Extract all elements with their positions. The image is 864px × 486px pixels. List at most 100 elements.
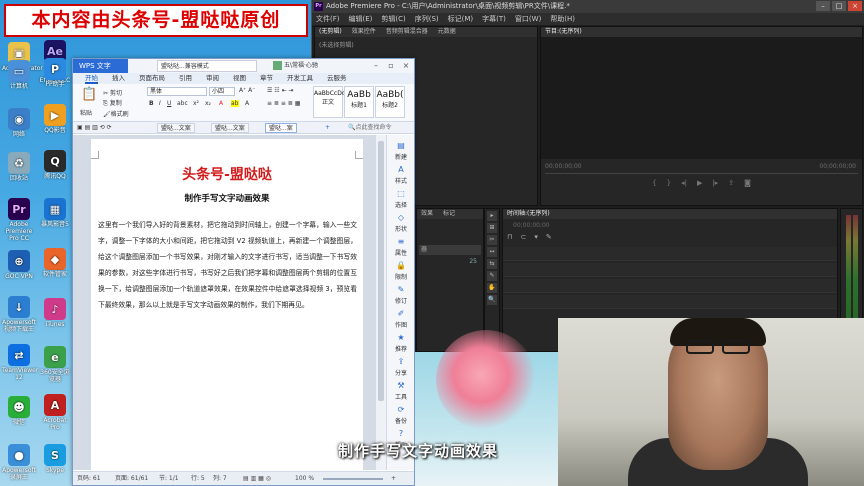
close-button[interactable]: ×: [400, 60, 412, 71]
tab-view[interactable]: 视图: [233, 73, 246, 84]
style-normal[interactable]: AaBbCcDd 正文: [313, 86, 346, 118]
tab-page-layout[interactable]: 页面布局: [139, 73, 165, 84]
desktop-icon-pp[interactable]: P PP助手: [38, 58, 72, 88]
desktop-icon-computer[interactable]: ▭ 计算机: [2, 60, 36, 90]
paste-icon[interactable]: 📋: [81, 88, 97, 102]
paste-button[interactable]: 粘贴: [80, 108, 92, 117]
wrench-icon[interactable]: ✎: [546, 233, 552, 241]
desktop-icon-storm[interactable]: ▦ 暴风影音5: [38, 198, 72, 228]
minimize-button[interactable]: –: [816, 1, 830, 11]
razor-tool-icon[interactable]: ✂: [487, 235, 497, 245]
side-draw[interactable]: ✐ 作图: [387, 309, 415, 329]
menu-marker[interactable]: 标记(M): [448, 13, 474, 25]
side-new[interactable]: ▤ 新建: [387, 141, 415, 161]
tab-review[interactable]: 审阅: [206, 73, 219, 84]
wps-document-tab[interactable]: 盟哒哒...兼容模式: [157, 60, 257, 72]
side-recommend[interactable]: ★ 推荐: [387, 333, 415, 353]
side-shapes[interactable]: ◇ 形状: [387, 213, 415, 233]
font-size-select[interactable]: 小四: [209, 87, 235, 96]
font-color-icon[interactable]: A: [219, 100, 223, 107]
export-frame-icon[interactable]: ◙: [744, 179, 751, 189]
tab-developer[interactable]: 开发工具: [287, 73, 313, 84]
desktop-icon-qq[interactable]: Q 腾讯QQ: [38, 150, 72, 180]
tab-cloud[interactable]: 云服务: [327, 73, 347, 84]
clear-format-icon[interactable]: A: [245, 100, 249, 107]
bold-button[interactable]: B: [149, 100, 154, 107]
step-back-icon[interactable]: ◂|: [681, 179, 687, 189]
italic-button[interactable]: I: [159, 100, 161, 107]
side-select[interactable]: ⬚ 选择: [387, 189, 415, 209]
menu-file[interactable]: 文件(F): [316, 13, 340, 25]
menu-sequence[interactable]: 序列(S): [415, 13, 439, 25]
tab-metadata[interactable]: 元数据: [438, 27, 456, 37]
quick-access-icons[interactable]: ▣ ▤ ▥ ⟲ ⟳: [77, 124, 112, 131]
tab-timeline[interactable]: 时间轴:(无序列): [507, 209, 550, 219]
doc-tab-2[interactable]: 盟哒...文案: [211, 123, 249, 133]
view-mode-icons[interactable]: ▤ ▥ ▦ ◎: [243, 472, 271, 486]
hand-tool-icon[interactable]: ✋: [487, 283, 497, 293]
ripple-tool-icon[interactable]: ↔: [487, 247, 497, 257]
desktop-icon-skype[interactable]: S Skype: [38, 444, 72, 474]
format-painter-button[interactable]: 🖌格式刷: [103, 109, 129, 118]
desktop-icon-itunes[interactable]: ♪ iTunes: [38, 298, 72, 328]
selection-tool-icon[interactable]: ▸: [487, 211, 497, 221]
subscript-button[interactable]: x₂: [205, 100, 211, 107]
desktop-icon-software[interactable]: ◆ 软件管家: [38, 248, 72, 278]
desktop-icon-acrobat[interactable]: A Acrobat Pro: [38, 394, 72, 431]
desktop-icon-qq-player[interactable]: ▶ QQ影音: [38, 104, 72, 134]
timeline-track[interactable]: [503, 295, 837, 309]
mark-in-icon[interactable]: {: [652, 179, 656, 189]
project-item[interactable]: 器: [419, 245, 481, 255]
step-forward-icon[interactable]: |▸: [712, 179, 718, 189]
play-icon[interactable]: ▶: [697, 179, 702, 189]
marker-icon[interactable]: ▾: [534, 233, 538, 241]
pen-tool-icon[interactable]: ✎: [487, 271, 497, 281]
desktop-icon-vpn[interactable]: ⊕ GOC VPN: [2, 250, 36, 280]
command-search[interactable]: 🔍点此查找命令: [348, 123, 392, 133]
track-select-tool-icon[interactable]: ⊞: [487, 223, 497, 233]
desktop-icon-teamviewer[interactable]: ⇄ TeamViewer 12: [2, 344, 38, 381]
mark-out-icon[interactable]: }: [667, 179, 671, 189]
side-backup[interactable]: ⟳ 备份: [387, 405, 415, 425]
side-revise[interactable]: ✎ 修订: [387, 285, 415, 305]
list-bullets-icon[interactable]: ☰ ☷ ⇤ ⇥: [267, 87, 294, 94]
zoom-slider[interactable]: [323, 478, 383, 480]
doc-tab-1[interactable]: 盟哒...文案: [157, 123, 195, 133]
close-button[interactable]: ×: [848, 1, 862, 11]
align-icons[interactable]: ≡ ≣ ≡ ≣ ▦: [267, 100, 300, 107]
menu-title[interactable]: 字幕(T): [482, 13, 506, 25]
tab-markers[interactable]: 标记: [443, 209, 455, 219]
side-styles[interactable]: A 样式: [387, 165, 415, 185]
tab-insert[interactable]: 插入: [112, 73, 125, 84]
zoom-tool-icon[interactable]: 🔍: [487, 295, 497, 305]
cut-button[interactable]: ✂ 剪切: [103, 88, 122, 97]
copy-button[interactable]: ⎘ 复制: [103, 98, 122, 108]
style-heading1[interactable]: AaBb 标题1: [344, 86, 374, 118]
document-page[interactable]: 头条号-盟哒哒 制作手写文字动画效果 这里有一个我们导入好的背景素材，把它拖动到…: [91, 139, 363, 473]
tab-program[interactable]: 节目:(无序列): [545, 27, 582, 37]
scrollbar-thumb[interactable]: [378, 141, 384, 401]
tab-effects[interactable]: 效果: [421, 209, 433, 219]
side-share[interactable]: ⇪ 分享: [387, 357, 415, 377]
desktop-icon-360[interactable]: e 360安全浏览器: [38, 346, 72, 383]
timeline-track[interactable]: [503, 263, 837, 277]
tab-chapter[interactable]: 章节: [260, 73, 273, 84]
new-tab-icon[interactable]: +: [325, 124, 330, 131]
snap-icon[interactable]: ⊓: [507, 233, 512, 241]
side-restrict[interactable]: 🔒 限制: [387, 261, 415, 281]
restore-button[interactable]: ▫: [385, 60, 397, 71]
timeline-track[interactable]: [503, 247, 837, 261]
side-tools[interactable]: ⚒ 工具: [387, 381, 415, 401]
wps-user[interactable]: 五\常福·心驰: [273, 60, 318, 72]
lift-icon[interactable]: ⇪: [728, 179, 734, 189]
desktop-icon-premiere[interactable]: Pr Adobe Premiere Pro CC: [2, 198, 36, 242]
tab-source[interactable]: (无剪辑): [319, 27, 342, 37]
tab-references[interactable]: 引用: [179, 73, 192, 84]
slip-tool-icon[interactable]: ⇆: [487, 259, 497, 269]
linked-icon[interactable]: ⊂: [520, 233, 526, 241]
strikethrough-button[interactable]: abc: [177, 100, 188, 107]
desktop-icon-wechat[interactable]: ☻ 微信: [2, 396, 36, 426]
side-properties[interactable]: ≡ 属性: [387, 237, 415, 257]
menu-clip[interactable]: 剪辑(C): [381, 13, 405, 25]
doc-tab-3[interactable]: 盟哒...案: [265, 123, 297, 133]
